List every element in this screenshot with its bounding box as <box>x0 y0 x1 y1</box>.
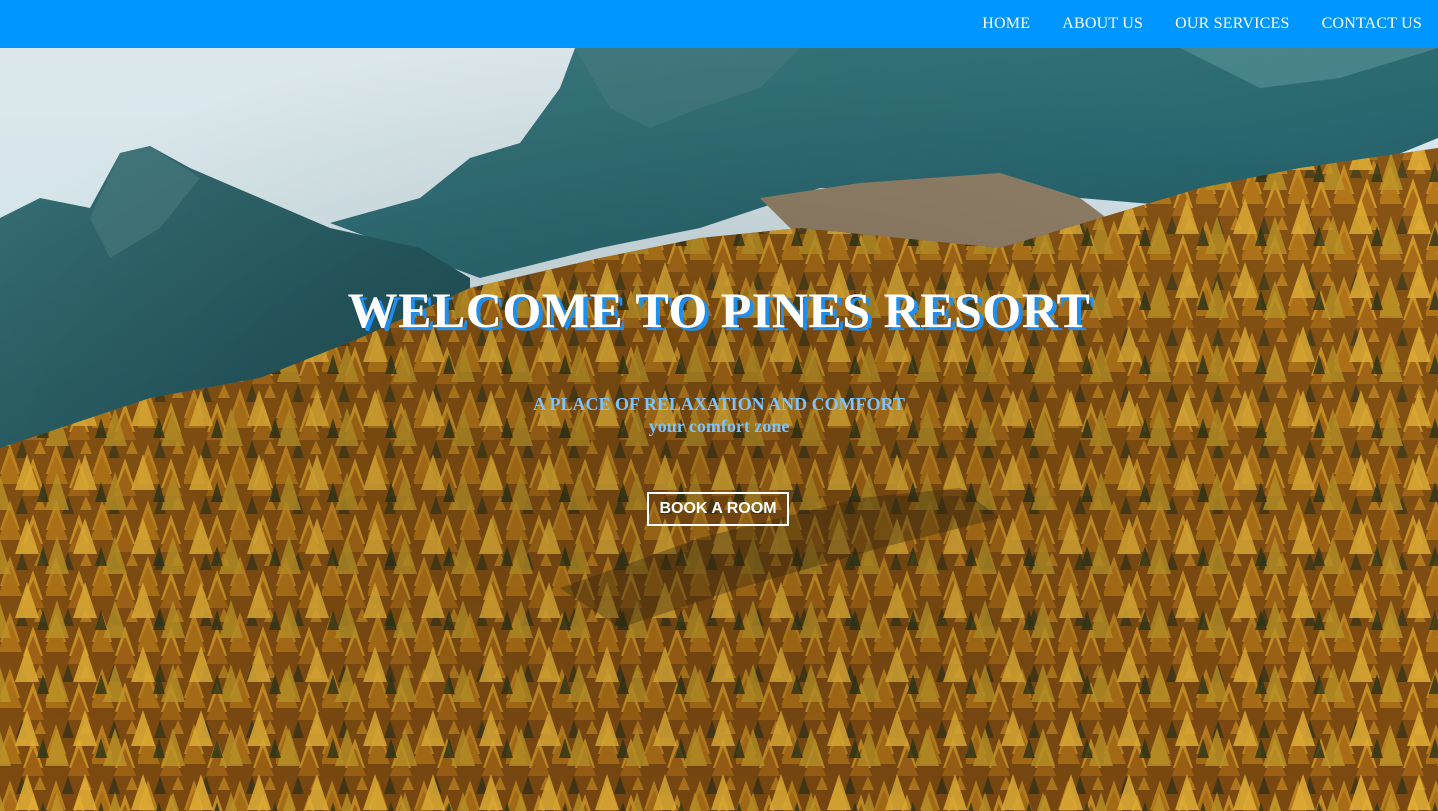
nav-contact-us-link[interactable]: CONTACT US <box>1322 15 1422 33</box>
hero-section: WELCOME TO PINES RESORT A PLACE OF RELAX… <box>0 48 1438 811</box>
nav-our-services-link[interactable]: OUR SERVICES <box>1175 15 1289 33</box>
hero-title: WELCOME TO PINES RESORT <box>347 282 1091 338</box>
nav-about-us-link[interactable]: ABOUT US <box>1062 15 1143 33</box>
nav-home-link[interactable]: HOME <box>982 15 1030 33</box>
hero-tagline: A PLACE OF RELAXATION AND COMFORT <box>533 394 905 414</box>
top-navigation-bar: HOME ABOUT US OUR SERVICES CONTACT US <box>0 0 1438 48</box>
book-a-room-button[interactable]: BOOK A ROOM <box>647 492 789 526</box>
hero-subtagline: your comfort zone <box>648 416 790 436</box>
hero-tagline-block: A PLACE OF RELAXATION AND COMFORT your c… <box>0 393 1438 437</box>
